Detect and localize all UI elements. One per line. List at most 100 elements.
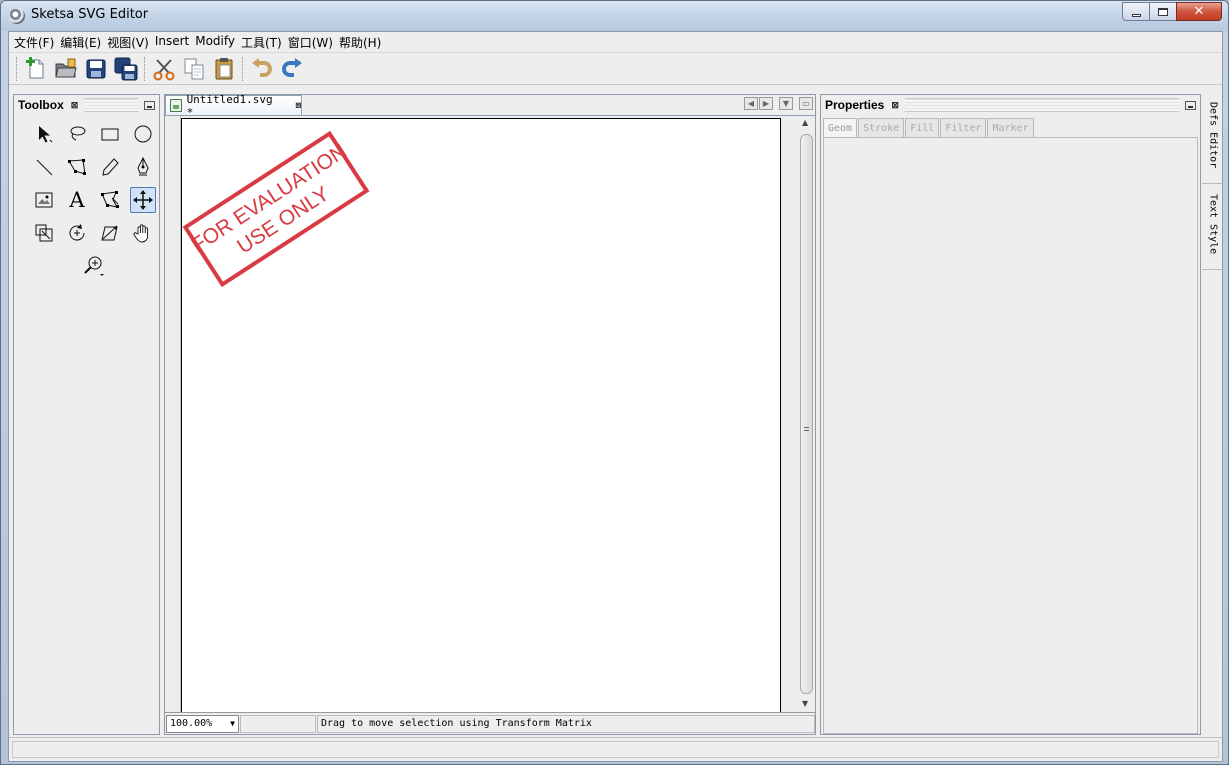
side-panel-tabs: Defs Editor Text Style — [1202, 94, 1224, 735]
polygon-tool[interactable] — [64, 154, 90, 180]
drawing-canvas[interactable]: FOR EVALUATION USE ONLY — [181, 118, 781, 715]
pen-nib-icon — [137, 156, 149, 176]
copy-button[interactable] — [179, 55, 209, 83]
polyline-icon — [68, 159, 86, 175]
paste-button[interactable] — [209, 55, 239, 83]
minimize-icon — [1131, 13, 1141, 17]
open-button[interactable] — [51, 55, 81, 83]
app-status-field — [12, 741, 1219, 758]
toolbox-title: Toolbox — [14, 98, 68, 112]
tab-filter[interactable]: Filter — [940, 118, 987, 137]
save-all-button[interactable] — [111, 55, 141, 83]
toolbar-separator — [144, 56, 146, 81]
image-tool[interactable] — [31, 187, 57, 213]
close-window-button[interactable]: ✕ — [1176, 2, 1222, 21]
restore-panel-icon[interactable]: ▭ — [799, 97, 813, 110]
cut-button[interactable] — [149, 55, 179, 83]
client-area: 文件(F) 编辑(E) 视图(V) Insert Modify 工具(T) 窗口… — [8, 31, 1224, 762]
status-message: Drag to move selection using Transform M… — [317, 714, 815, 733]
rotate-tool[interactable] — [64, 220, 90, 246]
redo-button[interactable] — [277, 55, 307, 83]
properties-header: Properties ⊠ — [821, 96, 1200, 114]
status-coordinates — [240, 714, 316, 733]
save-button[interactable] — [81, 55, 111, 83]
tab-defs-editor[interactable]: Defs Editor — [1202, 98, 1224, 184]
title-bar[interactable]: Sketsa SVG Editor ✕ — [1, 1, 1228, 31]
paste-icon — [215, 57, 233, 79]
pencil-icon — [102, 158, 119, 176]
toolbox-panel: Toolbox ⊠ A — [13, 94, 160, 735]
menu-window[interactable]: 窗口(W) — [286, 32, 337, 52]
save-icon — [86, 59, 106, 78]
pan-tool[interactable] — [130, 220, 156, 246]
rectangle-icon — [101, 128, 119, 141]
node-edit-icon — [101, 191, 119, 208]
scroll-up-icon[interactable]: ▲ — [802, 118, 808, 127]
minimize-button[interactable] — [1122, 2, 1150, 21]
tab-geom[interactable]: Geom — [823, 118, 858, 137]
select-tool[interactable] — [31, 121, 57, 147]
skew-tool[interactable] — [97, 220, 123, 246]
transform-matrix-tool[interactable] — [130, 187, 156, 213]
menu-modify[interactable]: Modify — [193, 32, 239, 52]
svg-file-icon — [170, 99, 182, 112]
pencil-tool[interactable] — [97, 154, 123, 180]
toolbox-minimize-icon[interactable] — [144, 100, 155, 110]
text-tool[interactable]: A — [64, 187, 90, 213]
maximize-icon — [1158, 7, 1168, 16]
line-tool[interactable] — [31, 154, 57, 180]
menu-insert[interactable]: Insert — [153, 32, 193, 52]
maximize-button[interactable] — [1149, 2, 1177, 21]
undo-button[interactable] — [247, 55, 277, 83]
zoom-select[interactable]: 100.00% ▼ — [166, 714, 239, 733]
main-toolbar — [9, 52, 1222, 85]
tab-scroll-left-icon[interactable]: ◀ — [744, 97, 758, 110]
properties-tabs: Geom Stroke Fill Filter Marker — [823, 118, 1035, 137]
menu-bar: 文件(F) 编辑(E) 视图(V) Insert Modify 工具(T) 窗口… — [9, 32, 1222, 52]
properties-body — [823, 137, 1198, 734]
scale-tool[interactable] — [31, 220, 57, 246]
document-tab[interactable]: Untitled1.svg * ⊠ — [165, 93, 302, 119]
app-status-bar — [9, 737, 1222, 761]
properties-panel: Properties ⊠ Geom Stroke Fill Filter Mar… — [820, 94, 1201, 735]
node-edit-tool[interactable] — [97, 187, 123, 213]
undo-icon — [252, 57, 272, 77]
lasso-tool[interactable] — [64, 121, 90, 147]
toolbox-drag-stripe[interactable] — [84, 98, 138, 112]
rotate-icon — [69, 224, 85, 241]
tab-scroll-right-icon[interactable]: ▶ — [759, 97, 773, 110]
canvas-gutter — [165, 116, 181, 714]
tab-text-style[interactable]: Text Style — [1202, 190, 1224, 270]
toolbar-grip[interactable] — [16, 56, 18, 81]
properties-minimize-icon[interactable] — [1185, 100, 1196, 110]
toolbox-close-icon[interactable]: ⊠ — [71, 100, 79, 111]
tab-marker[interactable]: Marker — [987, 118, 1034, 137]
tab-close-icon[interactable]: ⊠ — [296, 101, 301, 111]
tab-fill[interactable]: Fill — [905, 118, 940, 137]
ellipse-tool[interactable] — [130, 121, 156, 147]
tab-stroke[interactable]: Stroke — [858, 118, 905, 137]
image-icon — [35, 192, 53, 208]
text-a-icon: A — [69, 188, 85, 212]
pen-tool[interactable] — [130, 154, 156, 180]
toolbar-separator — [242, 56, 244, 81]
line-icon — [36, 159, 53, 176]
properties-close-icon[interactable]: ⊠ — [891, 100, 899, 111]
menu-tools[interactable]: 工具(T) — [239, 32, 286, 52]
rectangle-tool[interactable] — [97, 121, 123, 147]
new-document-button[interactable] — [21, 55, 51, 83]
menu-file[interactable]: 文件(F) — [12, 32, 58, 52]
scroll-thumb[interactable] — [800, 134, 813, 694]
scroll-down-icon[interactable]: ▼ — [802, 699, 808, 708]
zoom-value: 100.00% — [170, 718, 213, 729]
menu-edit[interactable]: 编辑(E) — [58, 32, 105, 52]
menu-view[interactable]: 视图(V) — [105, 32, 153, 52]
properties-drag-stripe[interactable] — [904, 98, 1179, 112]
zoom-tool[interactable] — [81, 253, 107, 279]
tab-list-dropdown-icon[interactable]: ▼ — [779, 97, 793, 110]
properties-title: Properties — [821, 98, 889, 112]
arrow-select-icon — [39, 126, 53, 143]
scroll-grip — [804, 427, 809, 433]
vertical-scrollbar[interactable]: ▲ ▼ — [798, 116, 815, 714]
menu-help[interactable]: 帮助(H) — [337, 32, 385, 52]
